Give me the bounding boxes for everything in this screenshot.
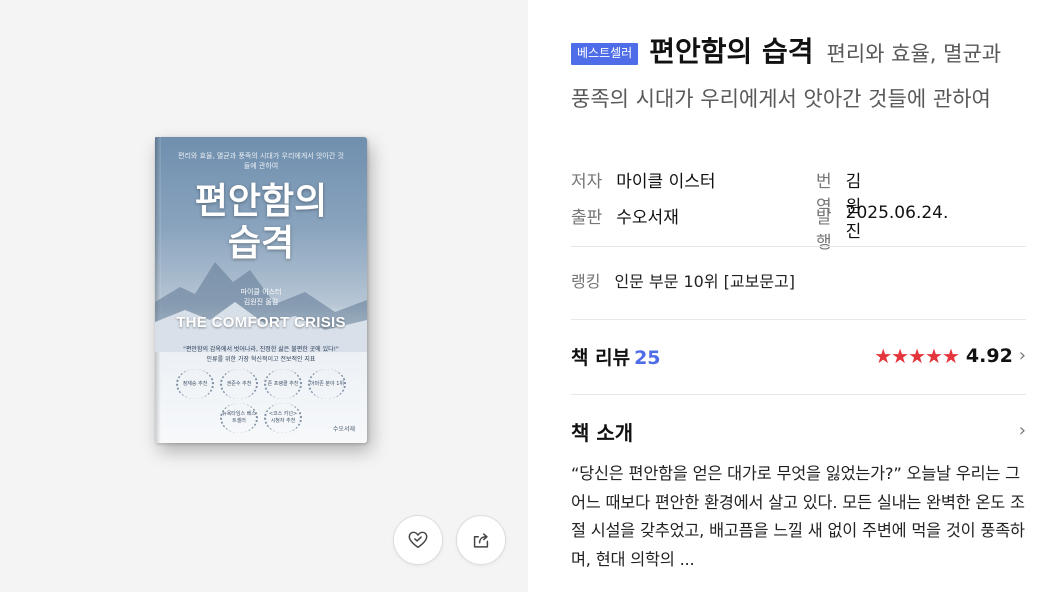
reviews-label: 책 리뷰	[571, 347, 631, 369]
like-button[interactable]	[393, 515, 443, 565]
share-button[interactable]	[456, 515, 506, 565]
cover-badges: 정재승 추천 권준수 추천 존 프랭클 추천 아마존 분야 1위 뉴욕타임스 베…	[169, 369, 353, 433]
cover-top-text: 편리와 효율, 멸균과 풍족의 시대가 우리에게서 앗아간 것들에 관하여	[178, 152, 344, 170]
reviews-heading[interactable]: 책 리뷰 25	[571, 343, 661, 370]
divider	[571, 319, 1026, 320]
chevron-right-icon[interactable]: ›	[1019, 420, 1026, 441]
cover-translator-line: 김원진 옮김	[243, 298, 279, 306]
cover-english-title: THE COMFORT CRISIS	[176, 314, 346, 331]
product-info: 베스트셀러 편안함의 습격 편리와 효율, 멸균과 풍족의 시대가 우리에게서 …	[571, 0, 1026, 592]
cover-author-line: 마이클 이스터	[240, 288, 282, 296]
cover-badge: 존 프랭클 추천	[264, 369, 302, 399]
cover-badge: <코스 키넌> 시청자 추천	[264, 403, 302, 433]
divider	[571, 394, 1026, 395]
meta-row-author: 저자 마이클 이스터 번역 김원진	[571, 167, 861, 242]
ranking-label: 랭킹	[571, 272, 601, 291]
star-rating: ★★★★★	[874, 344, 960, 368]
cover-title: 편안함의 습격	[155, 181, 367, 265]
publisher-label: 출판	[571, 208, 603, 228]
chevron-right-icon: ›	[1018, 345, 1026, 366]
heart-check-icon	[408, 531, 428, 549]
rating-summary[interactable]: ★★★★★ 4.92 ›	[874, 344, 1026, 368]
cover-area: 편리와 효율, 멸균과 풍족의 시대가 우리에게서 앗아간 것들에 관하여 편안…	[0, 0, 528, 592]
divider	[571, 246, 1026, 247]
cover-author: 마이클 이스터 김원진 옮김	[155, 287, 367, 307]
ranking-value[interactable]: 인문 부문 10위 [교보문고]	[614, 268, 795, 292]
intro-text: “당신은 편안함을 얻은 대가로 무엇을 잃었는가?” 오늘날 우리는 그 어느…	[571, 464, 1025, 569]
cover-quote-sub: 인류를 위한 가장 혁신적이고 전보적인 지표	[206, 356, 316, 363]
cover-badge: 정재승 추천	[176, 369, 214, 399]
cover-title-line1: 편안함의	[194, 181, 328, 222]
meta-row-publisher: 출판 수오서재 발행 2025.06.24.	[571, 203, 948, 253]
rating-value: 4.92	[965, 345, 1013, 367]
cover-title-line2: 습격	[227, 223, 295, 264]
intro-heading[interactable]: 책 소개	[571, 417, 633, 446]
cover-badge: 뉴욕타임스 베스트셀러	[220, 403, 258, 433]
cover-badge: 아마존 분야 1위	[308, 369, 346, 399]
author-label: 저자	[571, 172, 603, 192]
publisher-link[interactable]: 수오서재	[616, 203, 679, 228]
share-icon	[473, 533, 489, 548]
cover-badge: 권준수 추천	[220, 369, 258, 399]
review-count: 25	[634, 347, 661, 369]
bestseller-badge: 베스트셀러	[571, 43, 639, 65]
cover-publisher: 수오서재	[332, 426, 355, 433]
ranking-row: 랭킹 인문 부문 10위 [교보문고]	[571, 268, 795, 292]
author-link[interactable]: 마이클 이스터	[616, 167, 715, 192]
cover-quote: "편안함의 감옥에서 벗어나라, 진정한 삶은 불편한 곳에 있다!" 인류를 …	[155, 345, 367, 365]
cover-quote-main: "편안함의 감옥에서 벗어나라, 진정한 삶은 불편한 곳에 있다!"	[183, 346, 339, 353]
title-block: 베스트셀러 편안함의 습격 편리와 효율, 멸균과 풍족의 시대가 우리에게서 …	[571, 29, 1016, 122]
book-cover[interactable]: 편리와 효율, 멸균과 풍족의 시대가 우리에게서 앗아간 것들에 관하여 편안…	[155, 137, 367, 443]
page-title: 편안함의 습격	[649, 35, 814, 68]
